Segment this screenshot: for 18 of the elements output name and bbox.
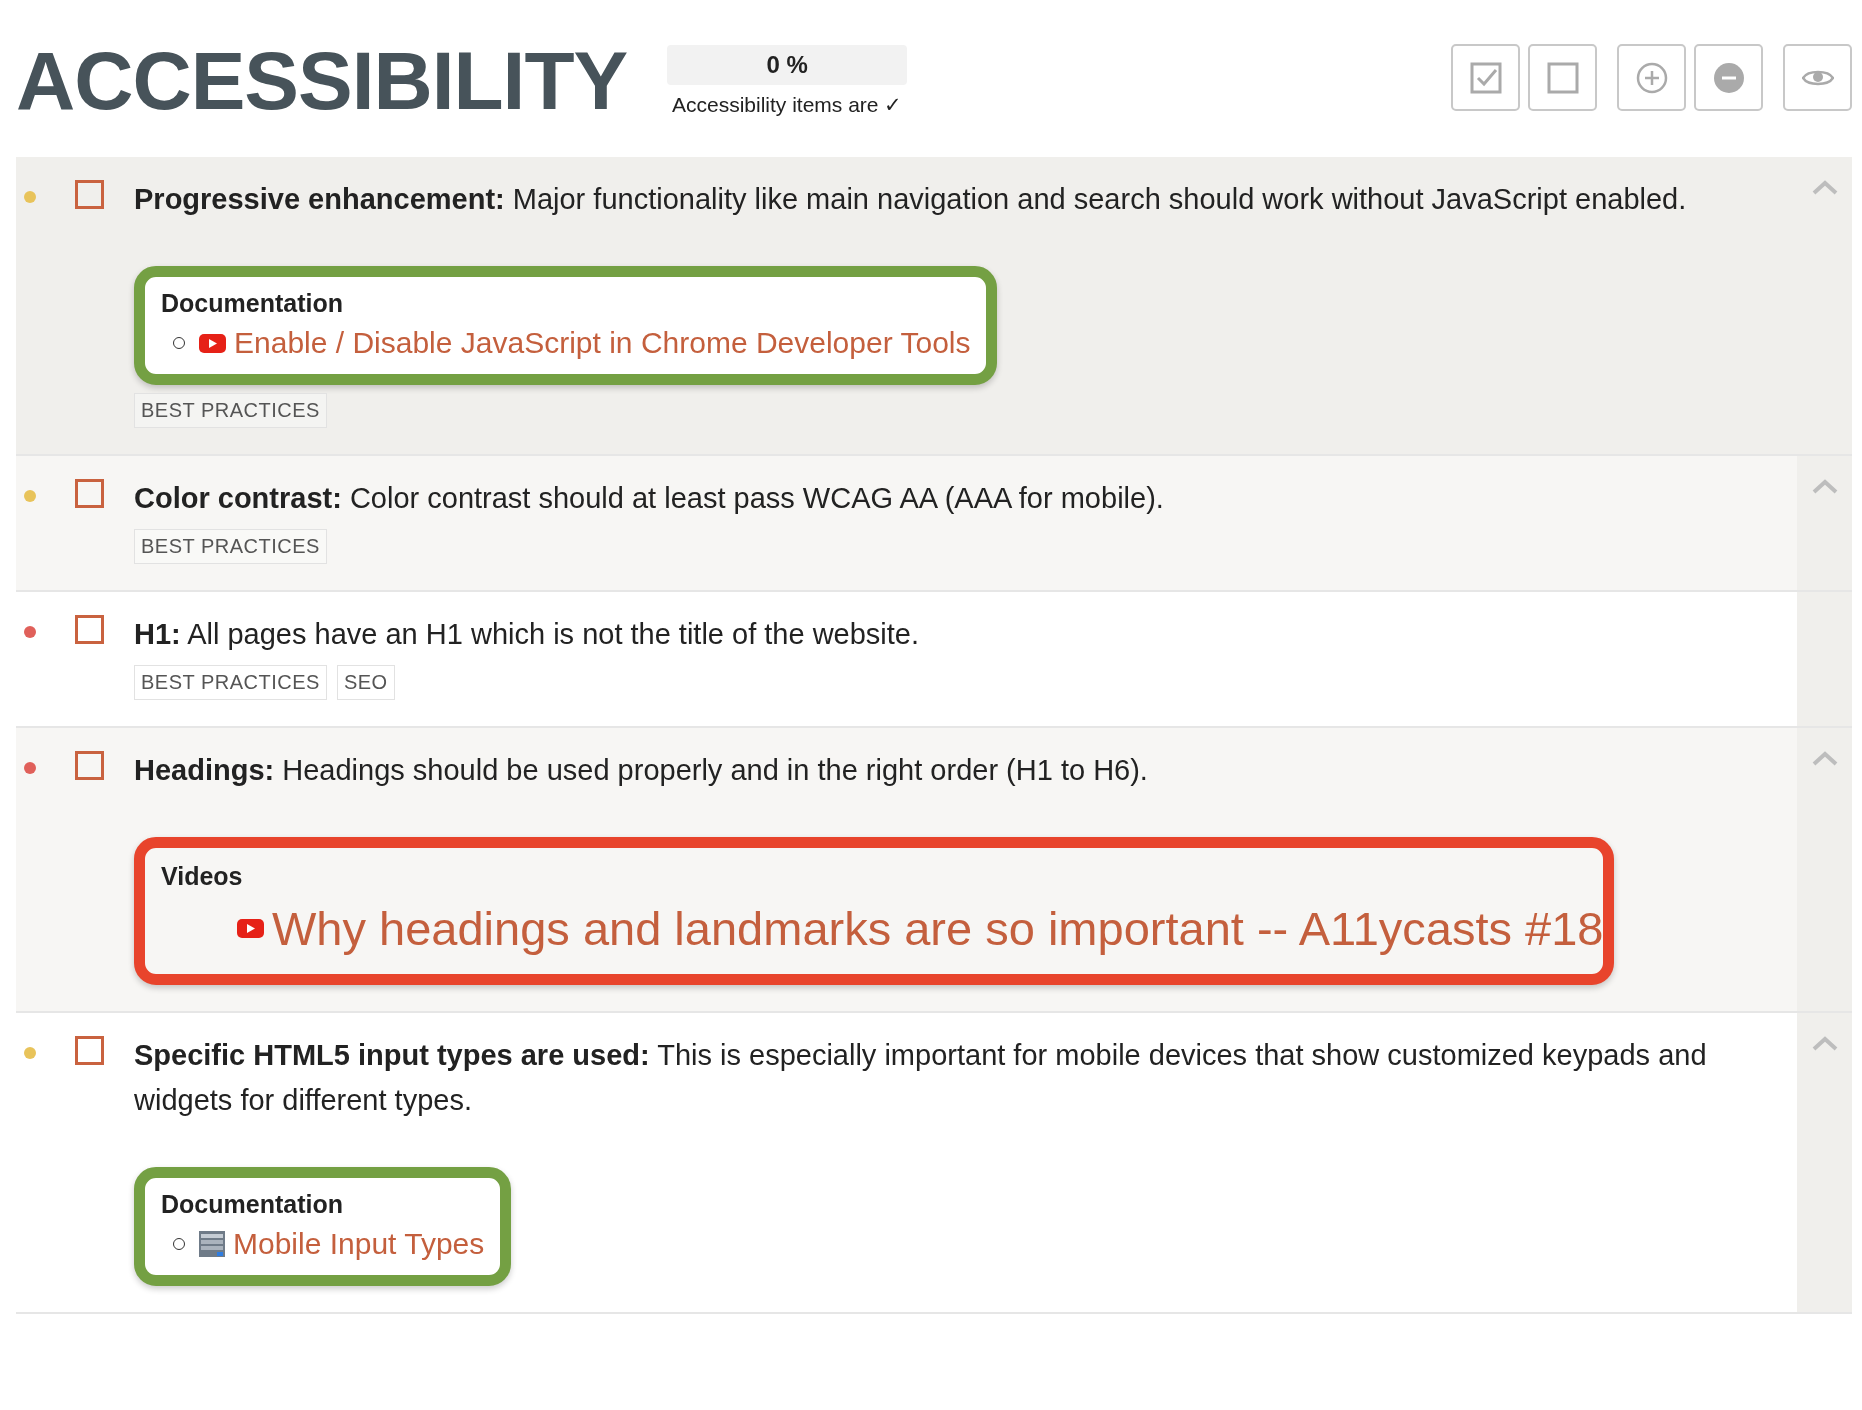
resource-heading: Documentation — [161, 1190, 344, 1219]
page-title: ACCESSIBILITY — [16, 33, 628, 128]
tag: BEST PRACTICES — [134, 529, 327, 564]
resource-link[interactable]: Why headings and landmarks are so important -- A11ycasts #18 — [272, 901, 1604, 956]
item-description: Specific HTML5 input types are used: This is especially important for mobile devices that show customized keypads and widgets for different types. — [134, 1038, 1708, 1118]
resource-heading: Videos — [161, 862, 244, 891]
resource-link[interactable]: Enable / Disable JavaScript in Chrome Developer Tools — [234, 326, 971, 360]
progress-reading: 0 % — [765, 49, 809, 80]
item-description: Progressive enhancement: Major functionality like main navigation and search should work without JavaScript enabled. — [134, 182, 1688, 217]
item-description: Headings: Headings should be used properly and in the right order (H1 to H6). — [134, 753, 1149, 788]
item-description: Color contrast: Color contrast should at least pass WCAG AA (AAA for mobile). — [134, 481, 1165, 516]
resource-link[interactable]: Mobile Input Types — [233, 1227, 485, 1261]
tag: BEST PRACTICES — [134, 393, 327, 428]
item-description: H1: All pages have an H1 which is not the title of the website. — [134, 617, 921, 652]
resource-heading: Documentation — [161, 289, 344, 318]
tag: BEST PRACTICES — [134, 665, 327, 700]
progress-caption: Accessibility items are ✓ — [671, 92, 903, 117]
tag: SEO — [336, 665, 395, 700]
